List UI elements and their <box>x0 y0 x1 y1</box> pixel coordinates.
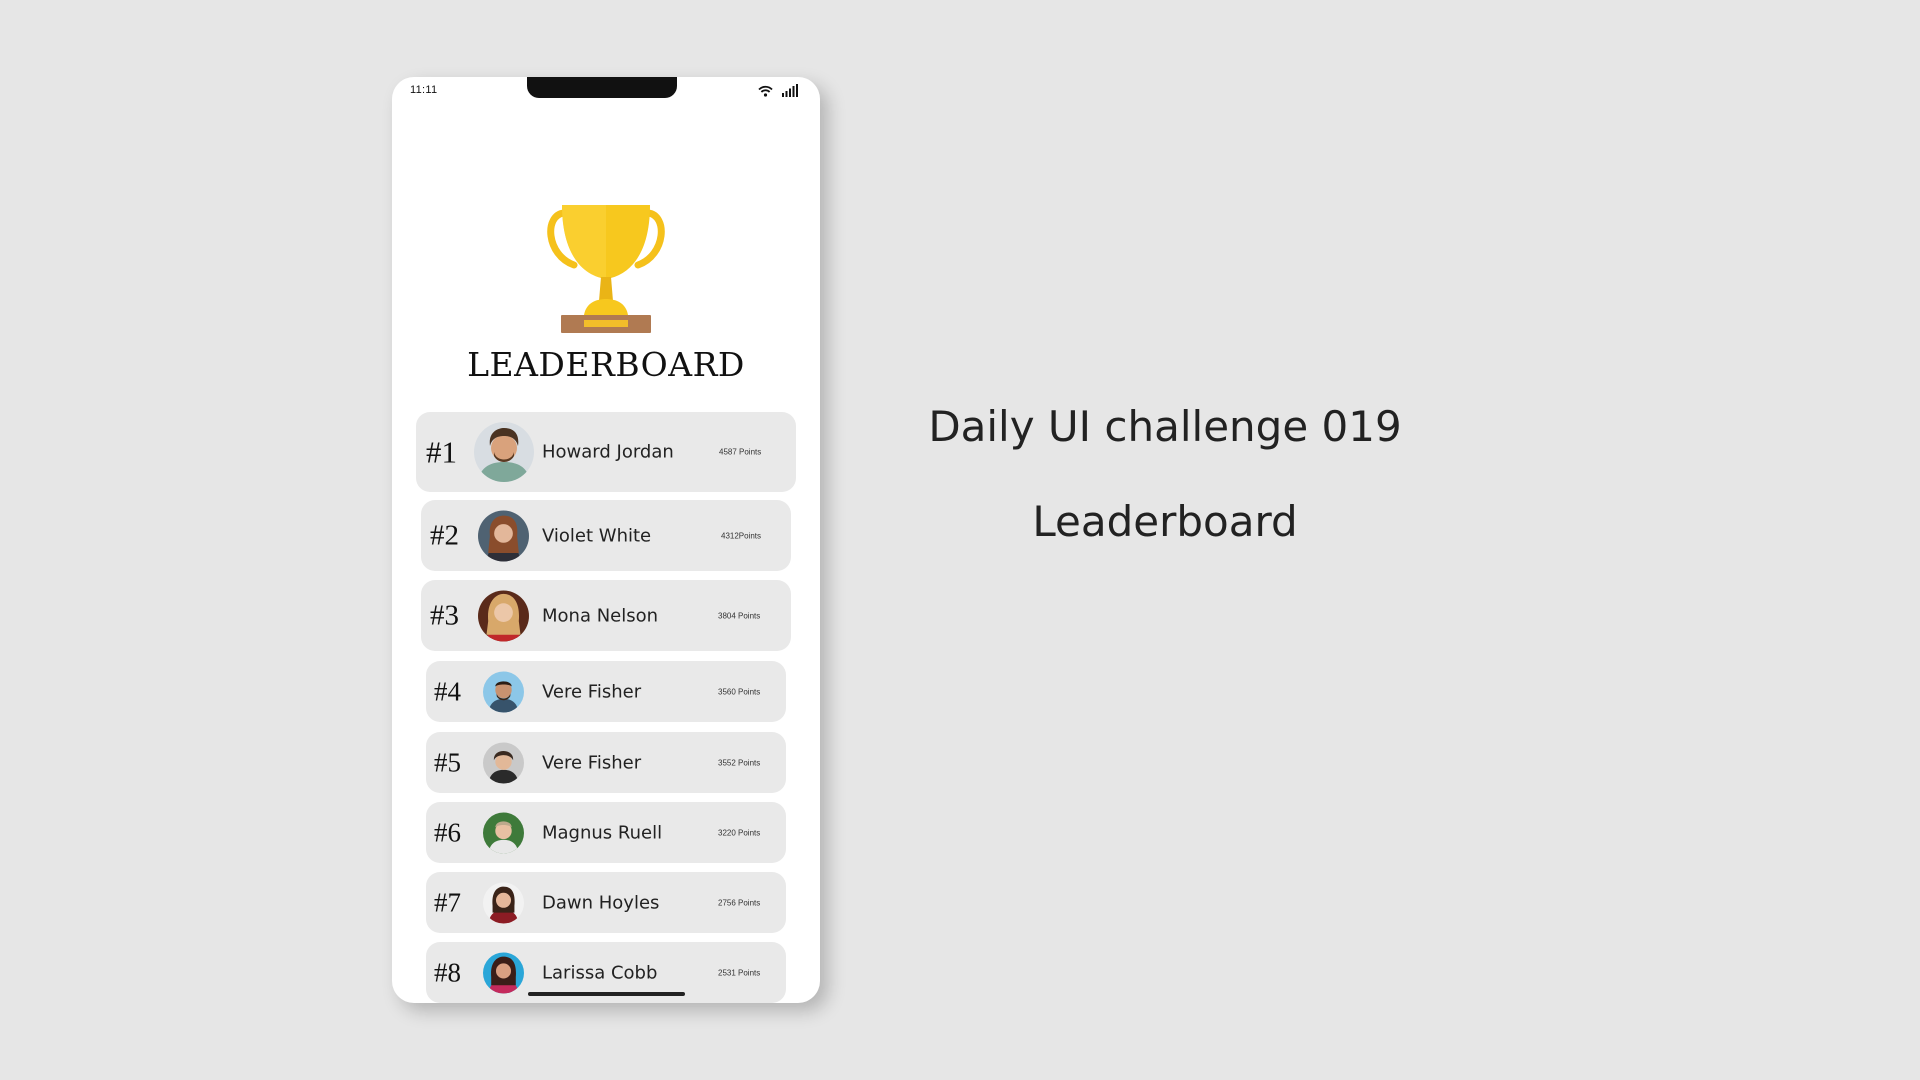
home-indicator[interactable] <box>528 992 685 996</box>
leaderboard-row[interactable]: #1 Howard Jordan 4587 Points <box>416 412 796 492</box>
avatar <box>483 742 524 783</box>
player-name: Mona Nelson <box>542 605 659 626</box>
player-points: 3552 Points <box>718 758 761 767</box>
player-name: Larissa Cobb <box>542 962 658 983</box>
player-name: Vere Fisher <box>542 681 642 702</box>
avatar <box>483 882 524 923</box>
rank-label: #4 <box>434 676 461 706</box>
leaderboard-row[interactable]: #4 Vere Fisher 3560 Points <box>426 661 786 722</box>
avatar <box>483 812 524 853</box>
leaderboard-row[interactable]: #7 Dawn Hoyles 2756 Points <box>426 872 786 933</box>
avatar <box>483 952 524 993</box>
leaderboard-row[interactable]: #3 Mona Nelson 3804 Points <box>421 580 791 651</box>
player-points: 2756 Points <box>718 898 761 907</box>
player-name: Dawn Hoyles <box>542 892 660 913</box>
challenge-subtitle: Leaderboard <box>1032 497 1298 546</box>
challenge-title: Daily UI challenge 019 <box>928 402 1402 451</box>
rank-label: #8 <box>434 957 461 987</box>
rank-label: #1 <box>426 434 457 470</box>
player-points: 2531 Points <box>718 968 761 977</box>
leaderboard-row[interactable]: #6 Magnus Ruell 3220 Points <box>426 802 786 863</box>
player-points: 4312Points <box>721 531 762 540</box>
player-name: Violet White <box>542 525 652 546</box>
player-points: 4587 Points <box>719 447 762 457</box>
avatar <box>483 671 524 712</box>
avatar <box>474 422 534 482</box>
rank-label: #2 <box>430 519 459 551</box>
rank-label: #5 <box>434 747 461 777</box>
phone-frame: 11:11 LEADERBOARD #1 Howard Jordan 4587 … <box>392 77 820 1003</box>
avatar <box>478 510 529 561</box>
rank-label: #7 <box>434 887 461 917</box>
leaderboard-list: #1 Howard Jordan 4587 Points #2 Violet W… <box>392 77 820 1003</box>
player-name: Howard Jordan <box>542 441 674 463</box>
leaderboard-row[interactable]: #5 Vere Fisher 3552 Points <box>426 732 786 793</box>
player-points: 3220 Points <box>718 828 761 837</box>
player-points: 3560 Points <box>718 687 761 696</box>
player-points: 3804 Points <box>718 611 761 620</box>
rank-label: #6 <box>434 817 461 847</box>
player-name: Magnus Ruell <box>542 822 663 843</box>
leaderboard-row[interactable]: #2 Violet White 4312Points <box>421 500 791 571</box>
player-name: Vere Fisher <box>542 752 642 773</box>
avatar <box>478 590 529 641</box>
rank-label: #3 <box>430 599 459 631</box>
